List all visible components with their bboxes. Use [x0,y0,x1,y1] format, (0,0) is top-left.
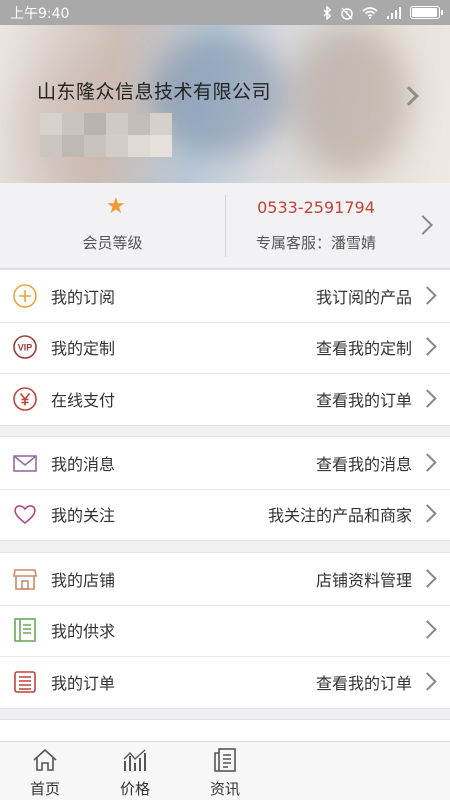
bluetooth-icon [323,5,332,20]
list-item-hint: 查看我的定制 [315,339,412,359]
list-item-title: 我的订阅 [51,287,116,307]
tab-label: 首页 [29,780,60,798]
chevron-right-icon [418,504,437,523]
list-item-hint: 查看我的订单 [315,390,412,410]
tab-label: 资讯 [209,780,240,798]
list-item-supply[interactable]: 我的供求 [0,604,450,657]
chevron-right-icon [418,337,437,356]
status-time: 上午9:40 [10,5,70,22]
member-level-label: 会员等级 [82,234,143,252]
chevron-right-icon [418,620,437,639]
chevron-right-icon [418,286,437,305]
tab-label: 价格 [119,780,150,798]
list-item-shop[interactable]: 我的店铺 店铺资料管理 [0,553,450,605]
heart-icon [12,501,38,527]
list-item-title: 在线支付 [51,390,116,410]
list-item-title: 我的定制 [51,339,116,359]
tab-news[interactable]: 资讯 [180,742,270,800]
alarm-icon [341,7,353,20]
subscribe-plus-icon [12,283,38,309]
signal-icon [387,6,401,19]
wifi-icon [362,6,378,19]
profile-banner[interactable]: 山东隆众信息技术有限公司 [0,25,450,183]
list-item-title: 我的店铺 [51,570,116,590]
menu-group-3: 我的店铺 店铺资料管理 我的供求 我的订单 查看我的订单 [0,552,450,709]
shop-icon [12,566,38,592]
chevron-right-icon[interactable] [413,215,433,235]
list-item-title: 我的关注 [51,506,116,526]
status-bar: 上午9:40 [0,0,450,25]
list-item-hint: 查看我的消息 [315,454,412,474]
list-item-subscription[interactable]: 我的订阅 我订阅的产品 [0,270,450,322]
chevron-right-icon [418,389,437,408]
star-icon: ★ [106,194,126,219]
home-icon [33,748,57,771]
list-item-title: 我的供求 [51,622,116,642]
list-item-payment[interactable]: 在线支付 查看我的订单 [0,373,450,425]
list-item-hint: 我关注的产品和商家 [267,506,412,526]
tab-home[interactable]: 首页 [0,742,90,800]
envelope-icon [12,450,38,476]
battery-icon [410,6,443,19]
chevron-right-icon [418,453,437,472]
list-item-orders[interactable]: 我的订单 查看我的订单 [0,656,450,708]
menu-group-1: 我的订阅 我订阅的产品 VIP 我的定制 查看我的定制 在线支付 查看我的订单 [0,269,450,426]
list-item-custom[interactable]: VIP 我的定制 查看我的定制 [0,321,450,374]
list-item-hint: 店铺资料管理 [315,570,412,590]
order-list-icon [12,669,38,695]
tab-price[interactable]: 价格 [90,742,180,800]
menu-group-2: 我的消息 查看我的消息 我的关注 我关注的产品和商家 [0,436,450,541]
price-chart-icon [123,749,146,771]
svg-text:VIP: VIP [18,343,33,353]
blurred-username [40,113,172,157]
list-item-title: 我的订单 [51,673,116,693]
list-item-title: 我的消息 [51,454,116,474]
yuan-icon [12,386,38,412]
member-level[interactable]: ★ 会员等级 [0,183,225,269]
chevron-right-icon [418,569,437,588]
list-item-messages[interactable]: 我的消息 查看我的消息 [0,437,450,489]
member-panel: ★ 会员等级 0533-2591794 专属客服：潘雪婧 [0,183,450,269]
list-item-hint: 查看我的订单 [315,673,412,693]
list-item-hint: 我订阅的产品 [315,287,412,307]
vip-icon: VIP [12,334,38,360]
list-item-follows[interactable]: 我的关注 我关注的产品和商家 [0,488,450,541]
service-name: 专属客服：潘雪婧 [255,234,376,252]
customer-service[interactable]: 0533-2591794 专属客服：潘雪婧 [226,183,406,269]
chevron-right-icon [418,672,437,691]
notebook-icon [12,617,38,643]
news-icon [214,748,236,772]
status-icons [322,5,443,20]
service-phone: 0533-2591794 [257,198,375,217]
company-name: 山东隆众信息技术有限公司 [37,81,272,103]
bottom-tab-bar: 首页 价格 资讯 [0,741,450,800]
